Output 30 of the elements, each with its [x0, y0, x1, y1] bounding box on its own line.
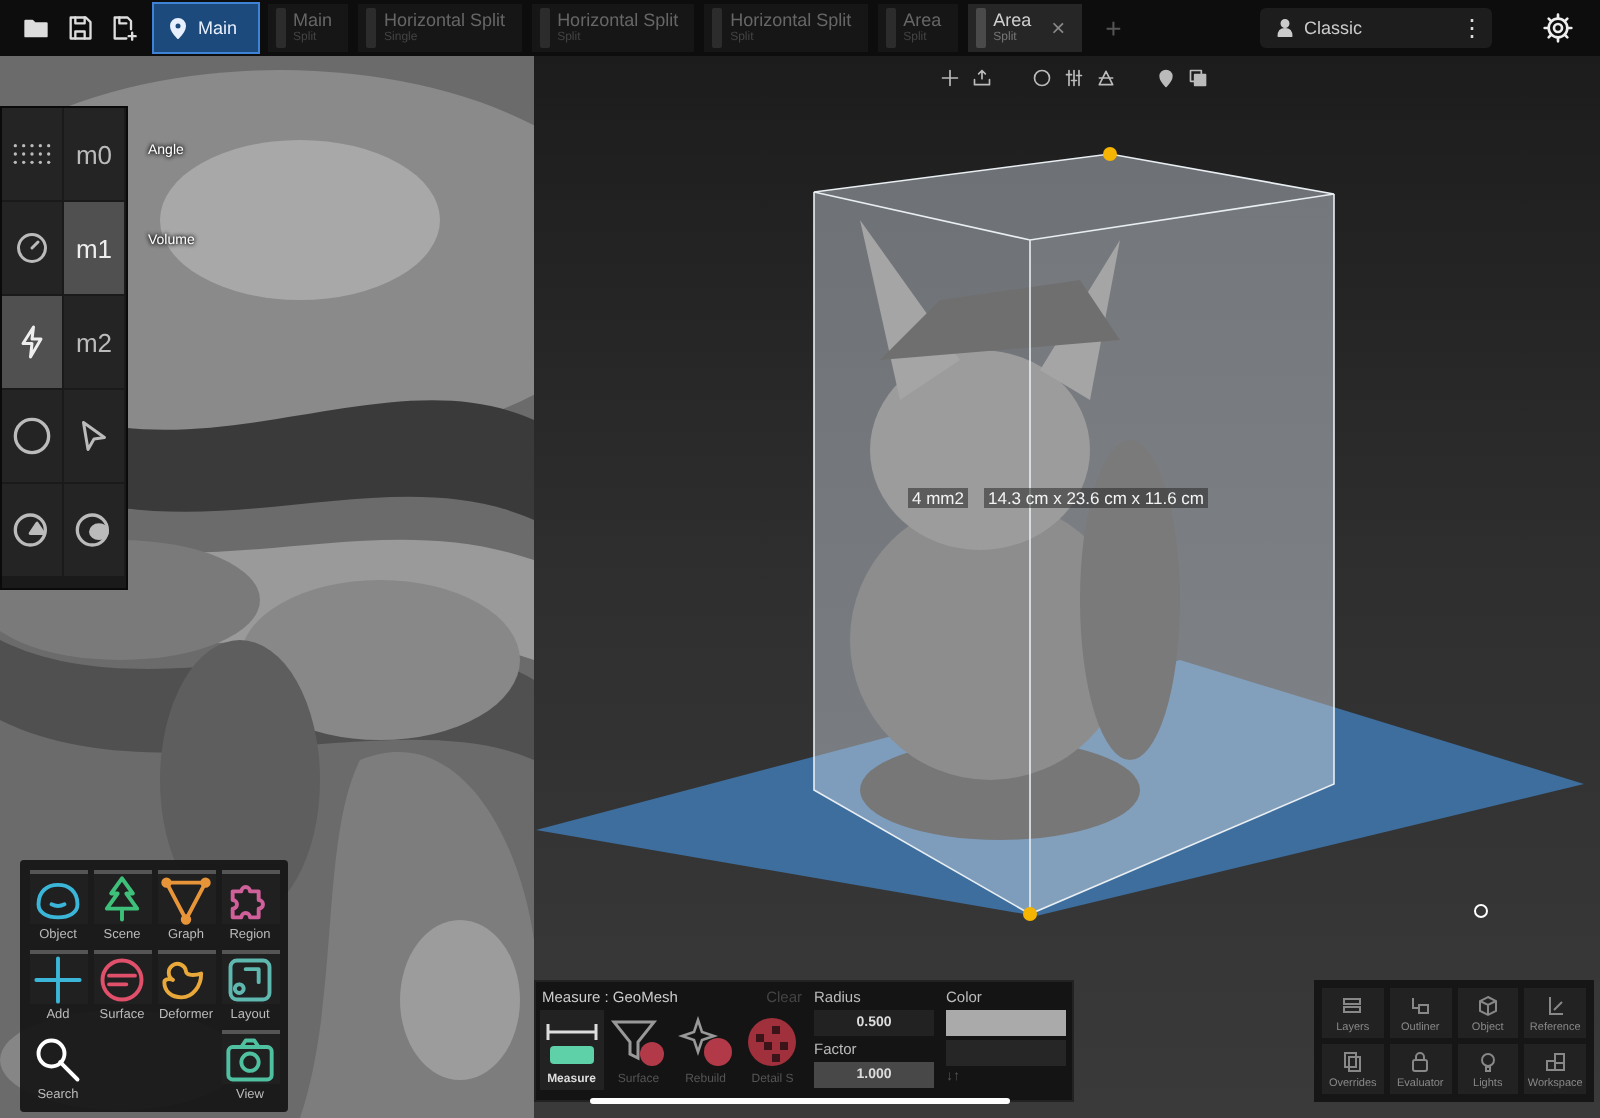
overrides-icon: [1340, 1049, 1365, 1073]
workspace-dropdown[interactable]: Classic ⋮: [1260, 8, 1492, 48]
floppy-plus-icon: [110, 14, 138, 42]
outliner-icon: [1408, 993, 1433, 1017]
layers-icon: [1340, 993, 1365, 1017]
workspace-icon: [1543, 1049, 1568, 1073]
plus-icon: [940, 68, 960, 88]
copy-icon: [1188, 68, 1208, 88]
object-icon: [1475, 993, 1500, 1017]
tray-up-icon: [972, 68, 992, 88]
area-reading: 4 mm2: [908, 488, 968, 508]
tab-handle: [975, 8, 986, 48]
tab[interactable]: Main: [154, 4, 258, 52]
person-icon: [1276, 18, 1294, 38]
sliders-icon: [1064, 68, 1084, 88]
color-swatch[interactable]: [946, 1010, 1066, 1036]
cursor-ring: [1474, 904, 1488, 918]
reference-icon: [1543, 993, 1568, 1017]
balance-icon: [1096, 68, 1116, 88]
circle-icon: [1032, 68, 1052, 88]
settings-icon: [1542, 12, 1574, 44]
folder-icon: [22, 14, 50, 42]
size-reading: 14.3 cm x 23.6 cm x 11.6 cm: [983, 488, 1209, 508]
lights-icon: [1475, 1049, 1500, 1073]
sparkle-icon: [677, 1016, 734, 1068]
location-pin-icon: [166, 16, 190, 40]
funnel-icon: [610, 1016, 667, 1068]
location-pin-icon: [1156, 68, 1176, 88]
checker-ball-icon: [746, 1016, 799, 1068]
evaluator-icon: [1408, 1049, 1433, 1073]
